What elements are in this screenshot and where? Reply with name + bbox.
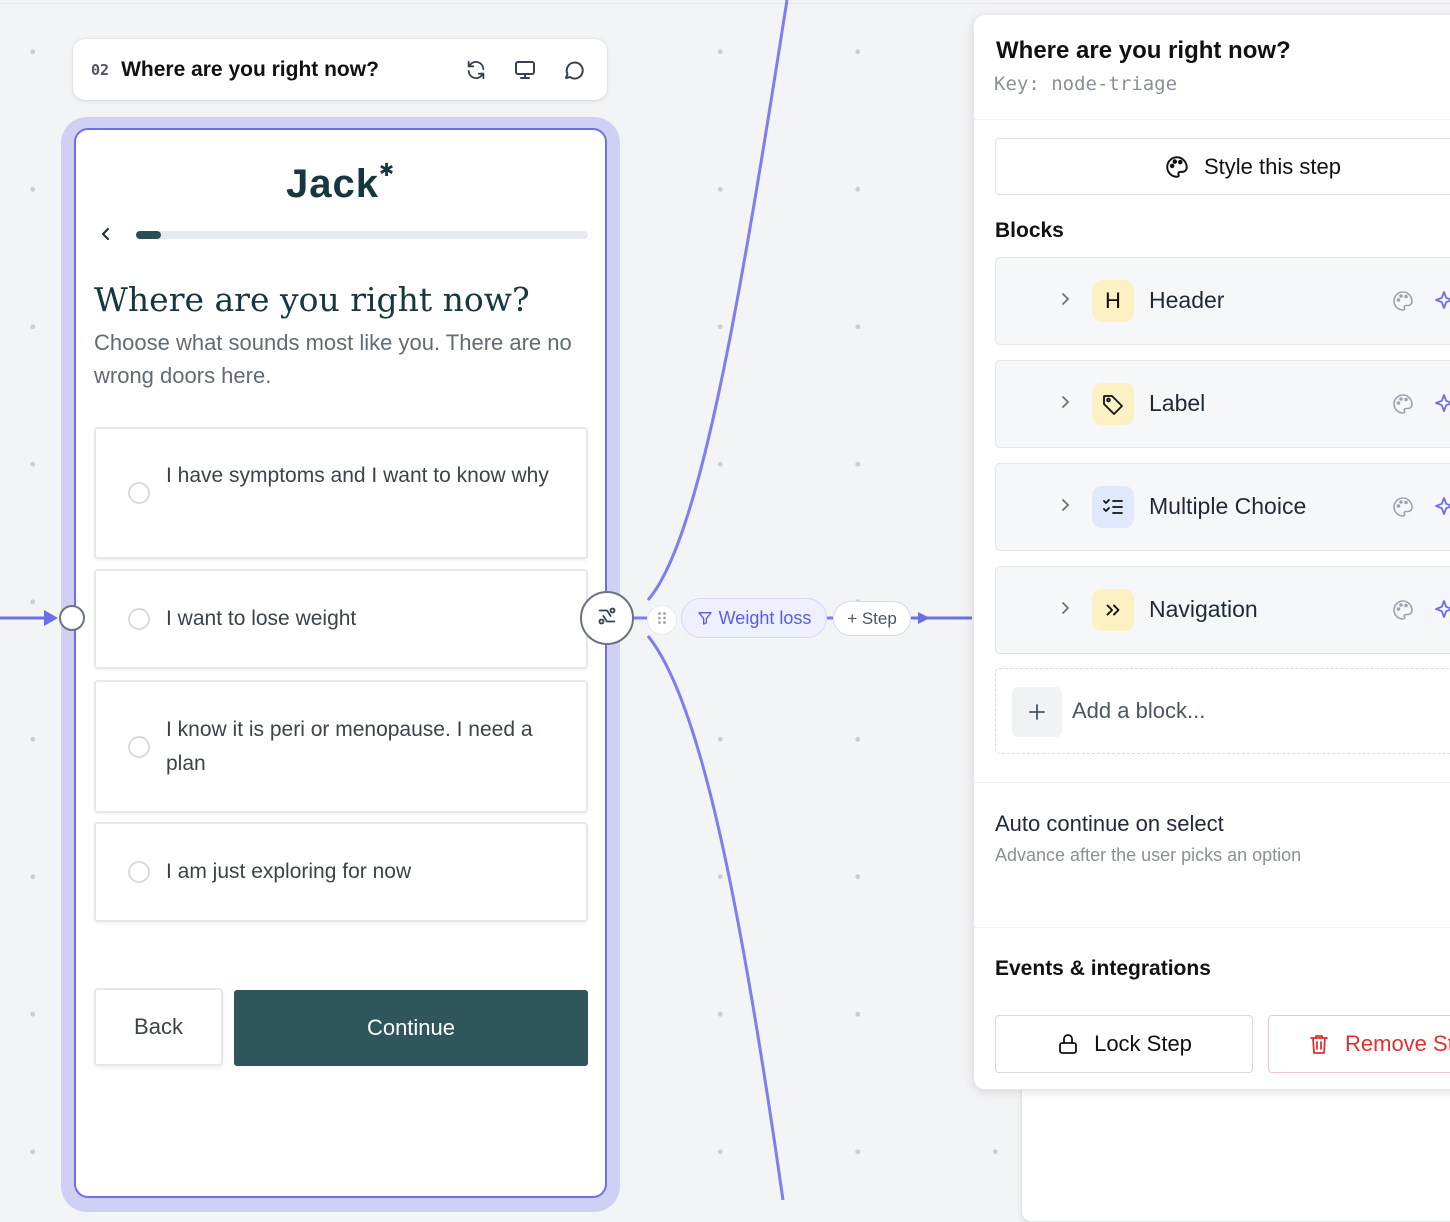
- grip-icon: [657, 611, 667, 630]
- radio-button[interactable]: [128, 861, 150, 883]
- sparkle-icon[interactable]: [1432, 495, 1450, 519]
- branch-edge-down: [646, 635, 785, 1201]
- chevron-right-icon[interactable]: [1058, 395, 1072, 409]
- comment-icon[interactable]: [559, 55, 589, 85]
- radio-button[interactable]: [128, 608, 150, 630]
- output-connector[interactable]: [580, 591, 634, 645]
- option-card[interactable]: I know it is peri or menopause. I need a…: [94, 680, 588, 813]
- heading-icon: H: [1092, 280, 1134, 322]
- add-block-label: Add a block...: [1072, 698, 1206, 723]
- step-preview[interactable]: Jack✱ Where are you right now? Choose wh…: [74, 128, 607, 1198]
- block-label[interactable]: Label: [995, 360, 1450, 448]
- radio-button[interactable]: [128, 736, 150, 758]
- progress-bar: [136, 231, 588, 239]
- add-step-button[interactable]: + Step: [833, 601, 911, 636]
- trash-icon: [1310, 1035, 1328, 1054]
- sparkle-icon[interactable]: [1432, 392, 1450, 416]
- plus-icon: [1012, 687, 1062, 737]
- palette-icon[interactable]: [1391, 495, 1415, 519]
- progress-fill: [136, 231, 161, 239]
- edge-filter-pill[interactable]: Weight loss: [681, 598, 827, 638]
- checklist-icon: [1092, 486, 1134, 528]
- option-card[interactable]: I have symptoms and I want to know why: [94, 427, 588, 559]
- back-button[interactable]: Back: [94, 988, 223, 1066]
- brand-logo: Jack✱: [285, 160, 396, 206]
- block-header[interactable]: H Header: [995, 257, 1450, 345]
- add-block-button[interactable]: Add a block...: [995, 668, 1450, 754]
- auto-continue-subtitle: Advance after the user picks an option: [995, 845, 1302, 865]
- option-card[interactable]: I am just exploring for now: [94, 822, 588, 922]
- step-number: 02: [91, 60, 110, 79]
- refresh-icon[interactable]: [461, 55, 491, 85]
- lock-icon: [1059, 1034, 1077, 1054]
- branch-icon: [596, 605, 618, 632]
- style-step-button[interactable]: Style this step: [995, 138, 1450, 195]
- brand-star: ✱: [378, 160, 396, 180]
- properties-panel: Where are you right now? Key: node-triag…: [973, 14, 1450, 1090]
- drag-handle[interactable]: [647, 605, 677, 635]
- remove-step-button[interactable]: Remove Step: [1268, 1015, 1450, 1073]
- option-label: I want to lose weight: [166, 607, 357, 630]
- question-title: Where are you right now?: [94, 280, 530, 319]
- input-connector[interactable]: [59, 605, 85, 631]
- block-label: Navigation: [1149, 596, 1258, 622]
- option-label: I have symptoms and I want to know why: [166, 464, 549, 487]
- lock-step-label: Lock Step: [1094, 1031, 1192, 1056]
- palette-icon[interactable]: [1391, 289, 1415, 313]
- block-label: Label: [1149, 390, 1206, 416]
- block-multiple-choice[interactable]: Multiple Choice: [995, 463, 1450, 551]
- chevron-right-icon[interactable]: [1058, 498, 1072, 512]
- option-label: I am just exploring for now: [166, 860, 412, 883]
- option-label: I know it is peri or menopause. I need a…: [166, 718, 533, 775]
- panel-title: Where are you right now?: [996, 37, 1291, 64]
- node-key: Key: node-triage: [994, 73, 1178, 95]
- events-heading: Events & integrations: [995, 957, 1211, 980]
- auto-continue-title: Auto continue on select: [995, 811, 1224, 836]
- outgoing-arrow: [918, 612, 930, 624]
- divider: [974, 927, 1450, 928]
- remove-step-label: Remove Step: [1345, 1031, 1450, 1056]
- back-chevron-icon[interactable]: [98, 226, 114, 242]
- monitor-icon[interactable]: [510, 55, 540, 85]
- step-title: Where are you right now?: [121, 57, 379, 81]
- palette-icon: [1166, 155, 1188, 178]
- tag-icon: [1092, 383, 1134, 425]
- lock-step-button[interactable]: Lock Step: [995, 1015, 1253, 1073]
- blocks-heading: Blocks: [995, 219, 1064, 242]
- sparkle-icon[interactable]: [1432, 598, 1450, 622]
- option-card[interactable]: I want to lose weight: [94, 569, 588, 669]
- palette-icon[interactable]: [1391, 598, 1415, 622]
- divider: [974, 782, 1450, 783]
- block-navigation[interactable]: Navigation: [995, 566, 1450, 654]
- chevron-right-icon[interactable]: [1058, 292, 1072, 306]
- radio-button[interactable]: [128, 482, 150, 504]
- incoming-arrow: [44, 610, 58, 626]
- continue-button[interactable]: Continue: [234, 990, 588, 1066]
- question-subtitle: Choose what sounds most like you. There …: [94, 330, 572, 388]
- divider: [974, 119, 1450, 120]
- block-label: Multiple Choice: [1149, 493, 1307, 519]
- sparkle-icon[interactable]: [1432, 289, 1450, 313]
- step-header-card[interactable]: 02 Where are you right now?: [73, 39, 607, 100]
- branch-edge-up: [646, 0, 789, 601]
- filter-icon: [697, 612, 712, 625]
- block-label: Header: [1149, 287, 1225, 313]
- palette-icon[interactable]: [1391, 392, 1415, 416]
- double-chevron-icon: [1092, 589, 1134, 631]
- style-step-label: Style this step: [1204, 153, 1341, 179]
- edge-filter-label: Weight loss: [718, 607, 812, 628]
- chevron-right-icon[interactable]: [1058, 601, 1072, 615]
